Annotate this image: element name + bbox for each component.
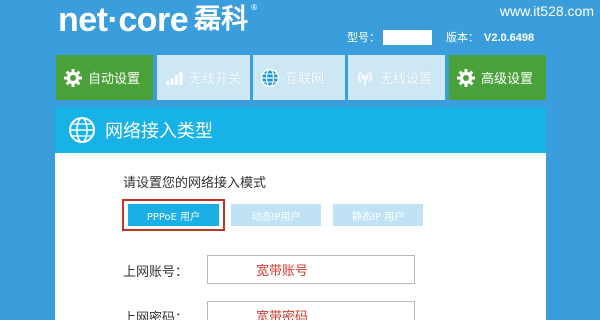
account-label: 上网账号： [123,265,189,280]
gear-icon [455,67,477,89]
tab-wireless-settings[interactable]: 无线设置 [348,55,445,100]
static-ip-mode-button[interactable]: 静态IP 用户 [333,204,423,226]
section-title: 网络接入类型 [105,121,213,142]
tab-label: 高级设置 [481,72,534,87]
signal-bars-icon [163,67,185,89]
watermark-url: www.it528.com [499,3,594,19]
logo-chinese-text: 磊科 [194,4,249,35]
gear-icon [62,67,84,89]
tab-auto-setup[interactable]: 自动设置 [56,55,153,100]
wireless-antenna-icon [354,67,376,89]
dynamic-ip-mode-button[interactable]: 动态IP用户 [231,204,321,226]
model-label: 型号： [347,31,380,44]
tab-label: 互联网 [285,72,325,87]
globe-icon [67,115,97,145]
tab-advanced-settings[interactable]: 高级设置 [449,55,546,100]
tab-internet[interactable]: 互联网 [253,55,345,100]
version-value: V2.0.6498 [484,32,535,44]
selection-highlight-box [122,199,225,231]
account-input[interactable] [207,255,415,284]
section-header: 网络接入类型 [55,107,546,153]
tab-label: 无线开关 [189,72,242,87]
mode-prompt: 请设置您的网络接入模式 [123,176,267,191]
registered-mark: ® [250,3,259,12]
content-panel: 请设置您的网络接入模式 PPPoE 用户 动态IP用户 静态IP 用户 上网账号… [55,153,546,320]
version-label: 版本： [446,31,479,44]
password-input[interactable] [207,301,415,320]
tab-label: 自动设置 [88,72,141,87]
globe-icon [259,67,281,89]
tab-wireless-switch[interactable]: 无线开关 [157,55,250,100]
model-value [383,30,432,45]
netcore-logo: net·core 磊科 ® [58,1,258,41]
tab-label: 无线设置 [380,72,433,87]
logo-text: net·core [58,1,189,39]
password-label: 上网密码： [123,311,189,320]
